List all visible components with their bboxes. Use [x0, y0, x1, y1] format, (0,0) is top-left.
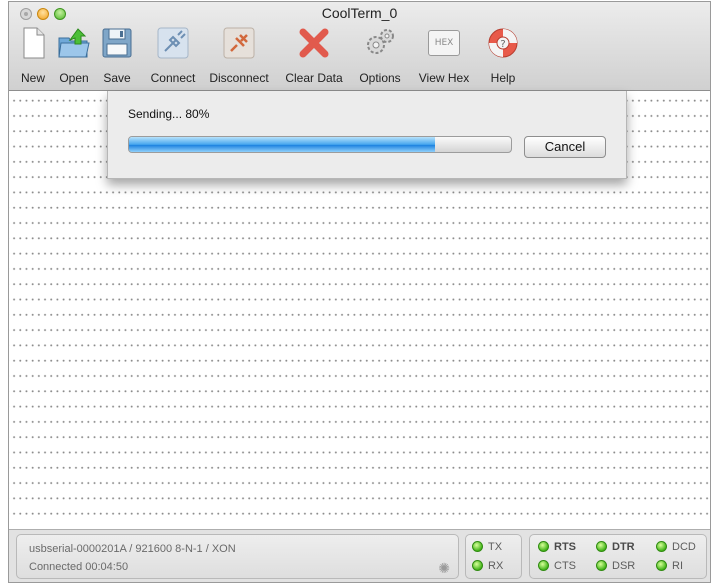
led-icon	[596, 541, 607, 552]
lifebuoy-icon: ?	[488, 28, 518, 58]
led-icon	[656, 541, 667, 552]
sending-sheet: Sending... 80% Cancel	[107, 91, 627, 179]
status-bar: usbserial-0000201A / 921600 8-N-1 / XON …	[9, 529, 710, 582]
rts-indicator[interactable]: RTS	[538, 541, 576, 553]
open-folder-icon	[58, 28, 90, 58]
dcd-indicator: DCD	[656, 541, 696, 553]
rx-indicator: RX	[472, 560, 503, 572]
window-title: CoolTerm_0	[321, 5, 398, 21]
activity-spinner-icon: ✺	[438, 560, 450, 576]
connect-plug-icon	[157, 27, 189, 59]
clear-data-button[interactable]: Clear Data	[283, 24, 345, 88]
connection-info-panel: usbserial-0000201A / 921600 8-N-1 / XON …	[16, 534, 459, 579]
new-document-icon	[23, 27, 45, 59]
help-button[interactable]: ? Help	[481, 24, 525, 88]
connection-time-text: Connected 00:04:50	[29, 561, 129, 573]
cts-indicator: CTS	[538, 560, 576, 572]
dtr-indicator[interactable]: DTR	[596, 541, 635, 553]
led-icon	[656, 560, 667, 571]
line-status-indicators: RTS CTS DTR DSR DCD RI	[529, 534, 707, 579]
tx-indicator: TX	[472, 541, 502, 553]
gears-icon	[367, 29, 394, 54]
led-icon	[538, 560, 549, 571]
sending-progress-bar	[128, 136, 512, 153]
led-icon	[472, 560, 483, 571]
svg-text:?: ?	[500, 39, 505, 50]
led-icon	[596, 560, 607, 571]
terminal-end-mask	[455, 521, 710, 529]
save-button[interactable]: Save	[97, 24, 137, 88]
floppy-disk-icon	[102, 28, 132, 58]
disconnect-button[interactable]: Disconnect	[203, 24, 275, 88]
led-icon	[538, 541, 549, 552]
red-x-icon	[299, 28, 329, 58]
view-hex-button[interactable]: HEX View Hex	[417, 24, 471, 88]
open-button[interactable]: Open	[53, 24, 95, 88]
dsr-indicator: DSR	[596, 560, 635, 572]
led-icon	[472, 541, 483, 552]
coolterm-window: CoolTerm_0 New Open Save Connect Disconn…	[8, 1, 711, 583]
options-button[interactable]: Options	[353, 24, 407, 88]
cancel-button[interactable]: Cancel	[524, 136, 606, 158]
hex-icon: HEX	[428, 30, 460, 56]
sending-status-text: Sending... 80%	[128, 107, 210, 121]
new-button[interactable]: New	[13, 24, 53, 88]
ri-indicator: RI	[656, 560, 683, 572]
window-toolbar: CoolTerm_0 New Open Save Connect Disconn…	[9, 2, 710, 91]
connect-button[interactable]: Connect	[147, 24, 199, 88]
disconnect-plug-icon	[223, 27, 255, 59]
tx-rx-indicators: TX RX	[465, 534, 522, 579]
progress-fill	[129, 137, 435, 152]
port-settings-text: usbserial-0000201A / 921600 8-N-1 / XON	[29, 543, 236, 555]
